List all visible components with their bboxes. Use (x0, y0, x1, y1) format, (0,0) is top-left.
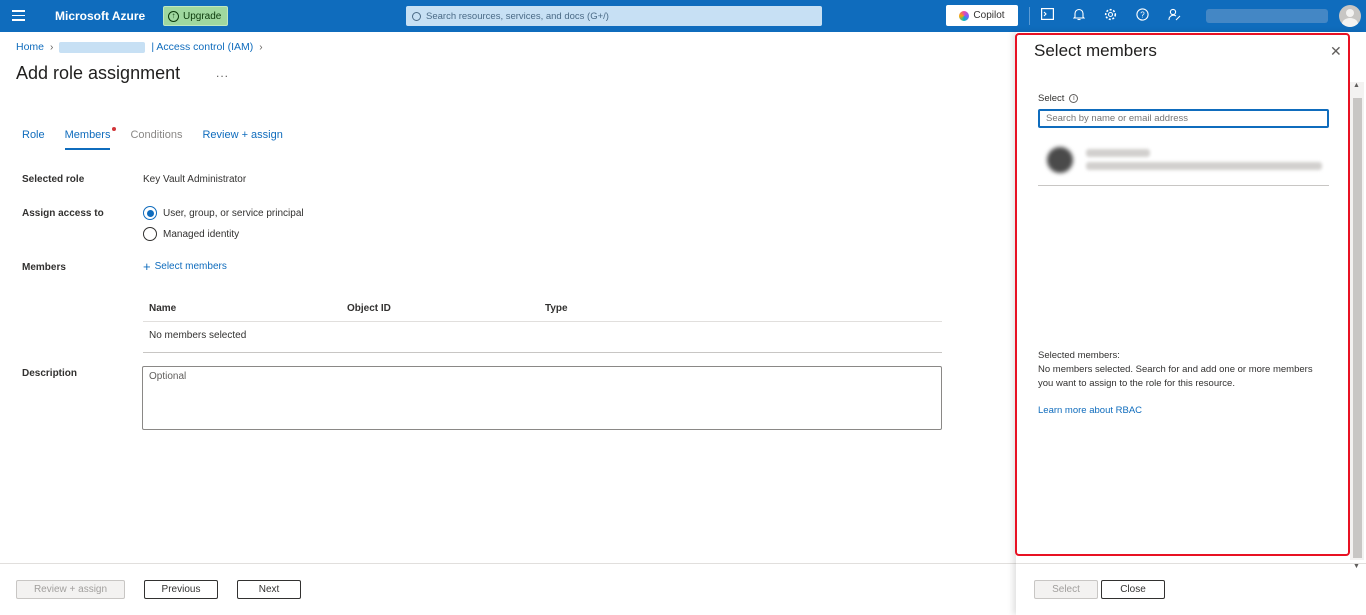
upgrade-label: Upgrade (183, 10, 222, 22)
table-row: No members selected (143, 322, 942, 353)
help-icon[interactable]: ? (1135, 8, 1149, 22)
panel-scrollbar[interactable]: ▲ ▼ (1350, 82, 1364, 570)
column-header-name: Name (149, 303, 177, 314)
more-options-icon[interactable]: ... (216, 66, 229, 80)
tab-role-label: Role (22, 129, 45, 141)
cloud-shell-icon[interactable] (1040, 8, 1054, 22)
previous-button[interactable]: Previous (144, 580, 218, 599)
tab-members[interactable]: Members (64, 127, 117, 150)
tab-members-label: Members (64, 129, 111, 141)
review-assign-button[interactable]: Review + assign (16, 580, 125, 599)
user-avatar[interactable] (1339, 5, 1361, 27)
tab-conditions-label: Conditions (130, 129, 183, 141)
member-avatar-redacted (1047, 147, 1073, 173)
chevron-right-icon: › (50, 41, 54, 53)
select-members-link-label: Select members (154, 261, 227, 272)
copilot-button[interactable]: Copilot (946, 5, 1018, 26)
scrollbar-thumb[interactable] (1353, 98, 1362, 558)
wizard-footer: Review + assign Previous Next (0, 563, 1016, 615)
tab-role[interactable]: Role (22, 129, 45, 150)
plus-icon: + (143, 258, 151, 274)
close-icon[interactable]: ✕ (1330, 43, 1342, 60)
global-search-input[interactable]: Search resources, services, and docs (G+… (406, 6, 822, 26)
top-navigation-bar: Microsoft Azure ↑ Upgrade Search resourc… (0, 0, 1366, 32)
list-item[interactable] (1038, 140, 1329, 186)
brand-title[interactable]: Microsoft Azure (55, 9, 145, 23)
radio-user-group-sp-label: User, group, or service principal (163, 207, 304, 219)
column-header-object-id: Object ID (347, 303, 391, 314)
gear-icon[interactable] (1103, 8, 1117, 22)
topbar-divider (1029, 7, 1030, 25)
select-label-text: Select (1038, 93, 1065, 104)
copilot-icon (959, 10, 970, 21)
selected-members-info: Selected members: No members selected. S… (1038, 349, 1313, 391)
selected-members-heading: Selected members: (1038, 350, 1120, 361)
description-textarea[interactable]: Optional (142, 366, 942, 430)
tab-conditions[interactable]: Conditions (130, 129, 182, 150)
radio-managed-identity-label: Managed identity (163, 228, 240, 240)
selected-role-value: Key Vault Administrator (143, 174, 247, 185)
bell-icon[interactable] (1072, 8, 1086, 22)
search-icon (412, 11, 421, 21)
feedback-icon[interactable] (1167, 8, 1181, 22)
page-title: Add role assignment (16, 63, 181, 83)
scroll-up-icon[interactable]: ▲ (1353, 82, 1360, 89)
description-placeholder: Optional (149, 371, 187, 382)
empty-table-message: No members selected (149, 330, 247, 341)
panel-close-button[interactable]: Close (1101, 580, 1165, 599)
members-label: Members (22, 262, 66, 273)
tab-review-assign-label: Review + assign (202, 129, 283, 141)
upgrade-button[interactable]: ↑ Upgrade (163, 6, 229, 26)
members-table-header: Name Object ID Type (143, 296, 942, 322)
panel-footer: Select Close (1016, 563, 1366, 615)
info-icon[interactable]: i (1069, 94, 1079, 103)
hamburger-menu-icon[interactable] (12, 10, 25, 21)
tab-review-assign[interactable]: Review + assign (202, 129, 282, 150)
member-search-input[interactable] (1038, 109, 1329, 128)
next-button[interactable]: Next (237, 580, 301, 599)
required-dot-icon (112, 127, 117, 131)
breadcrumb-resource-redacted[interactable] (59, 41, 146, 53)
breadcrumb: Home › | Access control (IAM) › (16, 41, 263, 53)
column-header-type: Type (545, 303, 568, 314)
chevron-right-icon: › (259, 41, 263, 53)
description-label: Description (22, 368, 78, 379)
selected-members-text: No members selected. Search for and add … (1038, 364, 1313, 389)
members-table: Name Object ID Type No members selected (143, 296, 942, 353)
select-field-label: Select i (1038, 93, 1079, 104)
account-info[interactable] (1206, 9, 1328, 23)
member-name-redacted (1086, 149, 1150, 157)
radio-managed-identity[interactable]: Managed identity (143, 227, 239, 241)
radio-user-group-sp[interactable]: User, group, or service principal (143, 206, 304, 220)
breadcrumb-access-control[interactable]: | Access control (IAM) (151, 41, 253, 53)
copilot-label: Copilot (973, 10, 1005, 21)
wizard-tabs: Role Members Conditions Review + assign (22, 127, 303, 150)
global-search-placeholder: Search resources, services, and docs (G+… (426, 10, 609, 22)
panel-title: Select members (1034, 41, 1157, 60)
member-email-redacted (1086, 162, 1322, 170)
upgrade-arrow-icon: ↑ (168, 10, 179, 22)
breadcrumb-home[interactable]: Home (16, 41, 44, 53)
select-members-link[interactable]: + Select members (143, 258, 227, 274)
selected-role-label: Selected role (22, 174, 85, 185)
svg-text:?: ? (1140, 10, 1145, 19)
panel-select-button[interactable]: Select (1034, 580, 1098, 599)
radio-checked-icon[interactable] (143, 206, 157, 220)
assign-access-label: Assign access to (22, 208, 104, 219)
learn-more-rbac-link[interactable]: Learn more about RBAC (1038, 405, 1142, 416)
radio-unchecked-icon[interactable] (143, 227, 157, 241)
